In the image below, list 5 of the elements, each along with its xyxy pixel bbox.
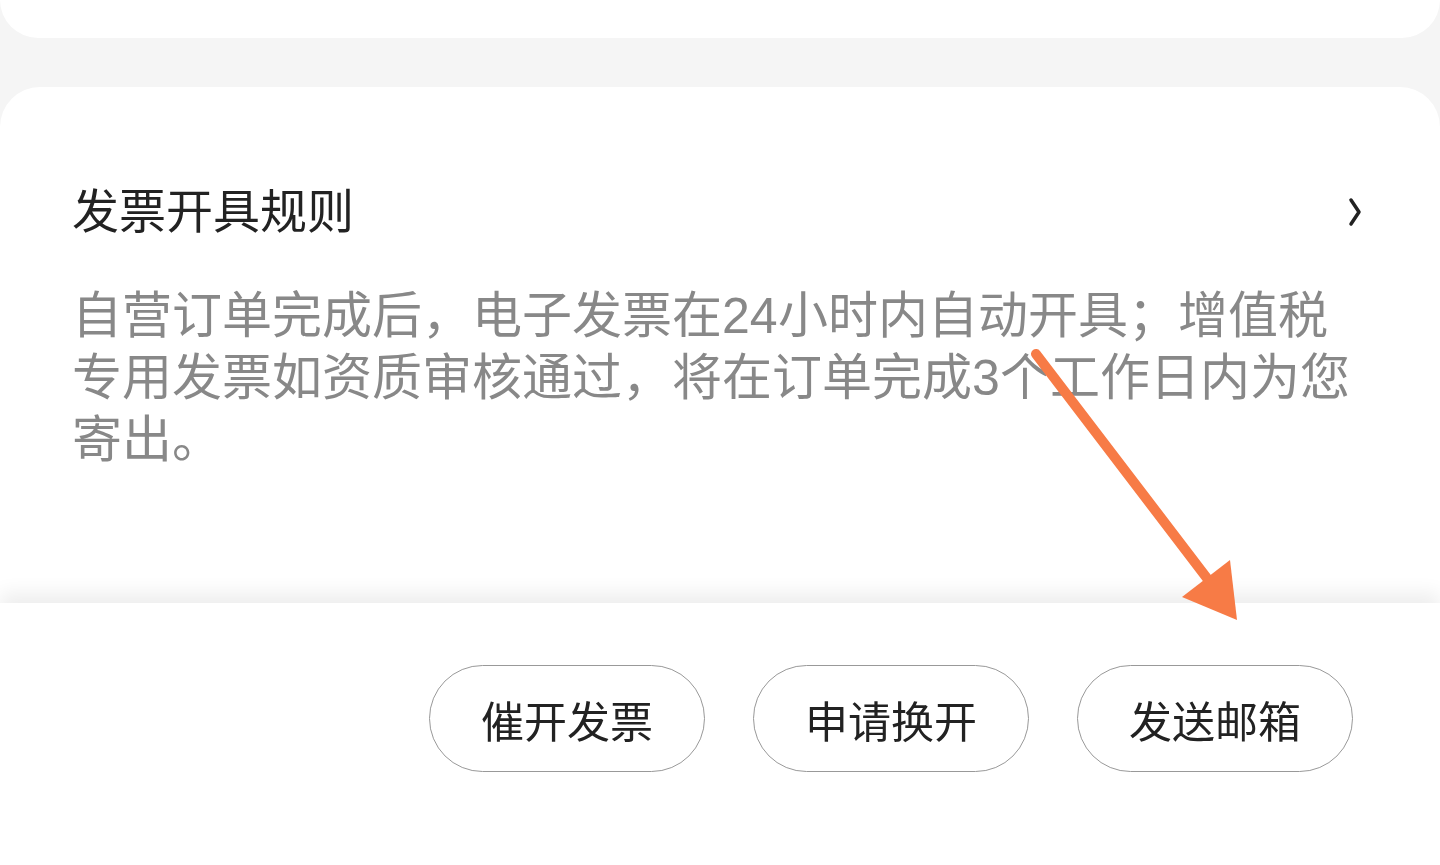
- action-button[interactable]: 申请换开: [753, 665, 1029, 772]
- section-title: 发票开具规则: [72, 184, 354, 240]
- action-button[interactable]: 发送邮箱: [1077, 665, 1353, 772]
- action-button[interactable]: 催开发票: [429, 665, 705, 772]
- chevron-right-icon[interactable]: [1348, 197, 1362, 227]
